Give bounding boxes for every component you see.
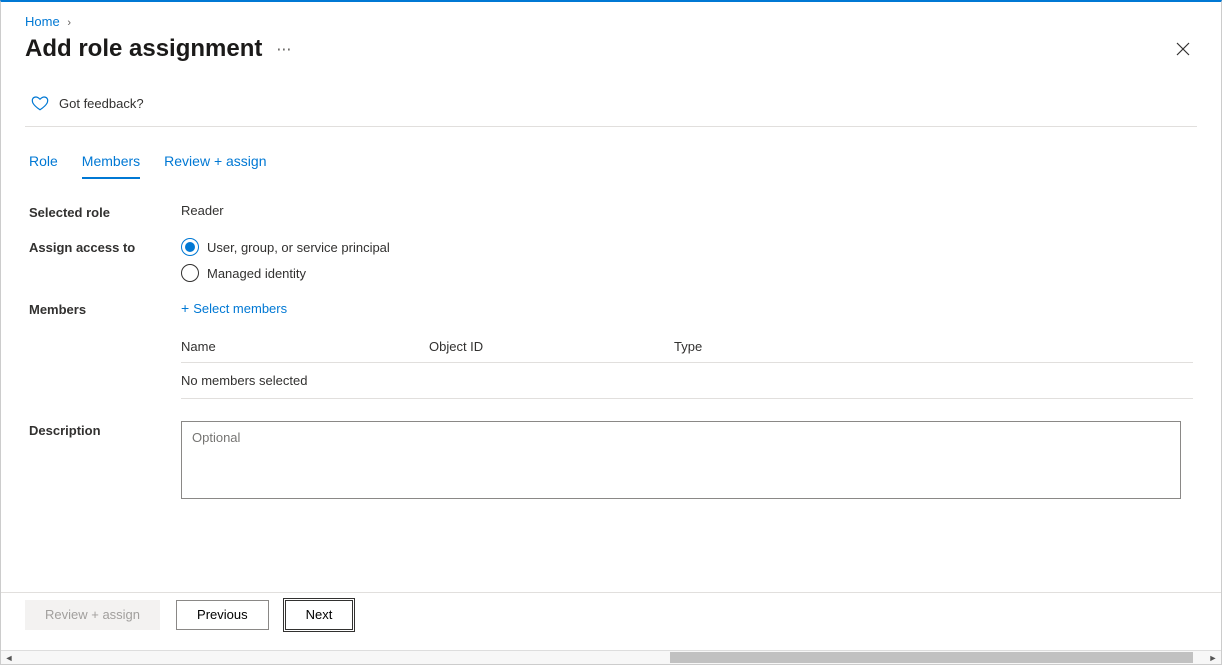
radio-unchecked-icon: [181, 264, 199, 282]
close-icon[interactable]: [1175, 41, 1191, 57]
description-label: Description: [29, 421, 181, 499]
members-table-header: Name Object ID Type: [181, 331, 1193, 363]
feedback-link[interactable]: Got feedback?: [25, 84, 1197, 127]
tab-members[interactable]: Members: [82, 147, 140, 179]
scroll-right-arrow-icon[interactable]: ►: [1205, 651, 1221, 664]
footer-bar: Review + assign Previous Next: [1, 592, 1221, 636]
tab-role[interactable]: Role: [29, 147, 58, 179]
radio-user-label: User, group, or service principal: [207, 240, 390, 255]
tab-review-assign[interactable]: Review + assign: [164, 147, 266, 179]
select-members-label: Select members: [193, 301, 287, 316]
selected-role-value: Reader: [181, 203, 224, 218]
select-members-link[interactable]: + Select members: [181, 300, 287, 316]
assign-access-label: Assign access to: [29, 238, 181, 255]
feedback-label: Got feedback?: [59, 96, 144, 111]
chevron-right-icon: ›: [67, 17, 71, 29]
heart-icon: [31, 94, 49, 112]
radio-user-group-principal[interactable]: User, group, or service principal: [181, 238, 390, 256]
scroll-thumb[interactable]: [670, 652, 1193, 663]
plus-icon: +: [181, 300, 189, 316]
breadcrumb-home[interactable]: Home: [25, 14, 60, 29]
review-assign-button: Review + assign: [25, 600, 160, 630]
radio-managed-identity[interactable]: Managed identity: [181, 264, 390, 282]
breadcrumb: Home ›: [1, 2, 1221, 31]
col-name: Name: [181, 339, 429, 354]
horizontal-scrollbar[interactable]: ◄ ►: [1, 650, 1221, 664]
radio-checked-icon: [181, 238, 199, 256]
scroll-left-arrow-icon[interactable]: ◄: [1, 651, 17, 664]
selected-role-label: Selected role: [29, 203, 181, 220]
more-actions-icon[interactable]: ⋯: [276, 40, 292, 58]
previous-button[interactable]: Previous: [176, 600, 269, 630]
col-type: Type: [674, 339, 1193, 354]
tabs: Role Members Review + assign: [25, 127, 1197, 179]
members-empty-row: No members selected: [181, 363, 1193, 399]
members-label: Members: [29, 300, 181, 317]
radio-managed-label: Managed identity: [207, 266, 306, 281]
next-button[interactable]: Next: [285, 600, 354, 630]
description-input[interactable]: [181, 421, 1181, 499]
page-title: Add role assignment: [25, 35, 262, 63]
col-object-id: Object ID: [429, 339, 674, 354]
